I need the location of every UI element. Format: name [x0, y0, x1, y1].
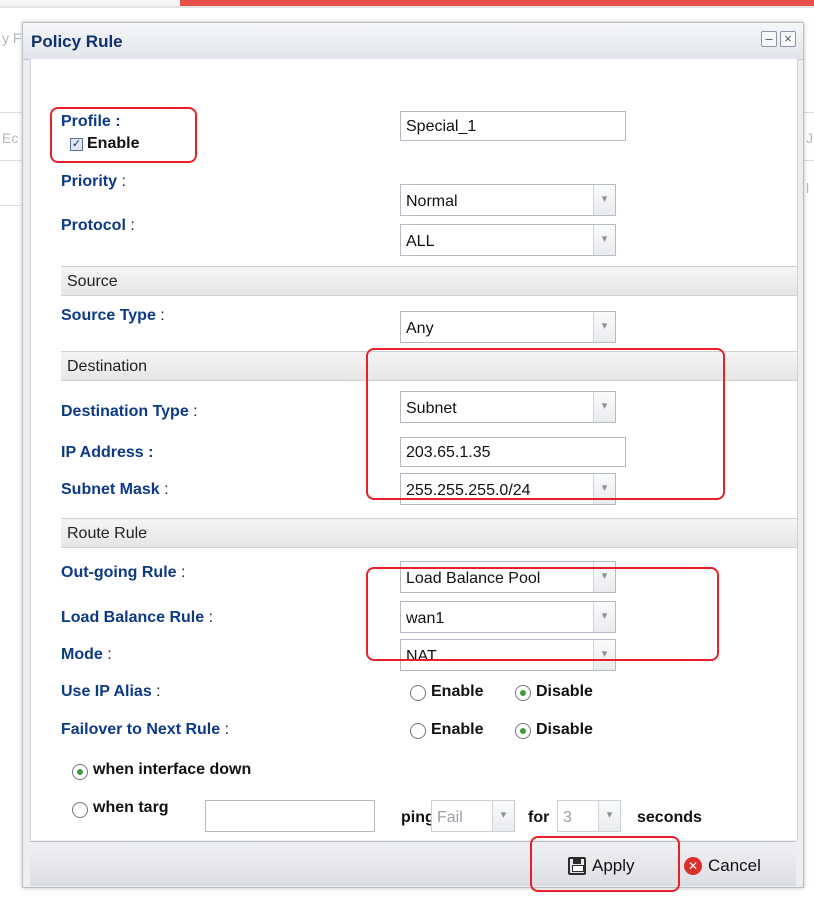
ip-address-label: IP Address :	[61, 444, 154, 461]
failover-enable-radio[interactable]	[410, 723, 426, 739]
background-divider	[804, 160, 814, 161]
outgoing-rule-label: Out-going Rule :	[61, 564, 186, 581]
background-divider	[0, 112, 22, 113]
ping-select[interactable]: Fail ▾	[431, 800, 515, 832]
load-balance-rule-select[interactable]: wan1 ▾	[400, 601, 616, 633]
cancel-button[interactable]: Cancel	[708, 856, 761, 876]
profile-label: Profile :	[61, 113, 121, 130]
close-icon[interactable]: ×	[780, 31, 796, 47]
enable-label: Enable	[87, 135, 140, 152]
source-type-label: Source Type :	[61, 307, 165, 324]
profile-input[interactable]: Special_1	[400, 111, 626, 141]
load-balance-rule-label: Load Balance Rule :	[61, 609, 214, 626]
ip-address-input[interactable]: 203.65.1.35	[400, 437, 626, 467]
dialog-content: Profile : Special_1 ✓ Enable Priority : …	[30, 59, 798, 840]
chevron-down-icon: ▾	[593, 225, 615, 255]
ping-label: ping	[401, 809, 435, 826]
use-ip-alias-enable-label: Enable	[431, 683, 484, 700]
background-divider	[0, 160, 22, 161]
chevron-down-icon: ▾	[598, 801, 620, 831]
dialog-footer: Apply ✕ Cancel	[30, 841, 796, 886]
section-route-rule: Route Rule	[61, 518, 797, 548]
for-select[interactable]: 3 ▾	[557, 800, 621, 832]
dialog-title: Policy Rule	[31, 32, 123, 51]
use-ip-alias-disable-label: Disable	[536, 683, 593, 700]
priority-select[interactable]: Normal ▾	[400, 184, 616, 216]
use-ip-alias-disable-radio[interactable]	[515, 685, 531, 701]
background-divider	[804, 112, 814, 113]
chevron-down-icon: ▾	[593, 640, 615, 670]
background-text: Ec	[2, 130, 19, 146]
failover-enable-label: Enable	[431, 721, 484, 738]
subnet-mask-label: Subnet Mask :	[61, 481, 169, 498]
chevron-down-icon: ▾	[593, 185, 615, 215]
priority-label: Priority :	[61, 173, 126, 190]
minimize-icon[interactable]: –	[761, 31, 777, 47]
failover-disable-radio[interactable]	[515, 723, 531, 739]
source-type-select[interactable]: Any ▾	[400, 311, 616, 343]
background-text: J	[806, 130, 813, 146]
background-text: y F	[2, 30, 22, 46]
background-text: l	[806, 180, 810, 196]
outgoing-rule-select[interactable]: Load Balance Pool ▾	[400, 561, 616, 593]
chevron-down-icon: ▾	[593, 474, 615, 504]
protocol-select[interactable]: ALL ▾	[400, 224, 616, 256]
chevron-down-icon: ▾	[593, 602, 615, 632]
destination-type-label: Destination Type :	[61, 403, 198, 420]
failover-disable-label: Disable	[536, 721, 593, 738]
use-ip-alias-enable-radio[interactable]	[410, 685, 426, 701]
when-interface-down-radio[interactable]	[72, 764, 88, 780]
chevron-down-icon: ▾	[593, 312, 615, 342]
dialog-titlebar[interactable]: Policy Rule – ×	[23, 23, 803, 60]
destination-type-select[interactable]: Subnet ▾	[400, 391, 616, 423]
mode-label: Mode :	[61, 646, 112, 663]
enable-checkbox[interactable]: ✓	[70, 138, 83, 151]
chevron-down-icon: ▾	[593, 392, 615, 422]
mode-select[interactable]: NAT ▾	[400, 639, 616, 671]
for-label: for	[528, 809, 550, 826]
use-ip-alias-label: Use IP Alias :	[61, 683, 161, 700]
target-host-input[interactable]	[205, 800, 375, 832]
section-destination: Destination	[61, 351, 797, 381]
seconds-label: seconds	[637, 809, 702, 826]
section-source: Source	[61, 266, 797, 296]
apply-button[interactable]: Apply	[592, 856, 635, 876]
failover-label: Failover to Next Rule :	[61, 721, 230, 738]
when-target-label: when targ	[93, 799, 169, 816]
chevron-down-icon: ▾	[593, 562, 615, 592]
protocol-label: Protocol :	[61, 217, 135, 234]
when-target-radio[interactable]	[72, 802, 88, 818]
when-interface-down-label: when interface down	[93, 761, 252, 778]
policy-rule-dialog: Policy Rule – × Profile : Special_1 ✓ En…	[22, 22, 804, 888]
background-divider	[0, 205, 22, 206]
background-shadow	[0, 6, 814, 8]
cancel-icon: ✕	[684, 857, 702, 875]
save-icon	[568, 857, 586, 875]
chevron-down-icon: ▾	[492, 801, 514, 831]
subnet-mask-select[interactable]: 255.255.255.0/24 ▾	[400, 473, 616, 505]
